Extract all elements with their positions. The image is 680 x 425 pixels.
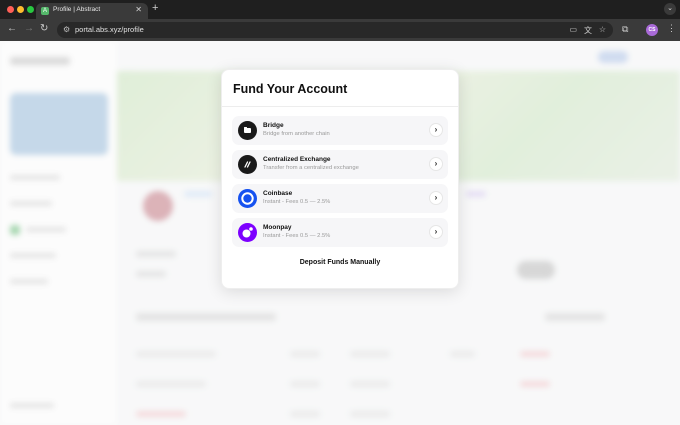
back-icon[interactable]: ← xyxy=(7,23,17,34)
extensions-icon[interactable]: ⧉ xyxy=(622,24,628,35)
site-info-icon[interactable]: ⚙ xyxy=(63,25,70,34)
option-coinbase[interactable]: Coinbase Instant - Fees 0.5 — 2.5% › xyxy=(232,184,448,213)
divider xyxy=(222,106,458,107)
chevron-right-icon[interactable]: › xyxy=(429,123,443,137)
option-centralized-exchange[interactable]: Centralized Exchange Transfer from a cen… xyxy=(232,150,448,179)
bridge-icon xyxy=(238,121,257,140)
option-title: Moonpay xyxy=(263,224,292,231)
deposit-funds-manually-button[interactable]: Deposit Funds Manually xyxy=(222,259,458,266)
option-subtitle: Instant - Fees 0.5 — 2.5% xyxy=(263,199,331,205)
chevron-right-icon[interactable]: › xyxy=(429,157,443,171)
window-minimize-button[interactable] xyxy=(17,6,24,13)
tab-title: Profile | Abstract xyxy=(53,6,101,13)
menu-icon[interactable]: ⋮ xyxy=(667,23,676,34)
window-close-button[interactable] xyxy=(7,6,14,13)
fund-account-modal: Fund Your Account Bridge Bridge from ano… xyxy=(221,69,459,289)
browser-toolbar: ← → ↻ ⚙ portal.abs.xyz/profile ▭ 文 ☆ ⧉ C… xyxy=(0,19,680,41)
tab-favicon-icon: A xyxy=(41,7,49,15)
tab-close-icon[interactable]: ✕ xyxy=(135,5,142,14)
option-bridge[interactable]: Bridge Bridge from another chain › xyxy=(232,116,448,145)
option-subtitle: Bridge from another chain xyxy=(263,131,330,137)
forward-icon[interactable]: → xyxy=(24,23,34,34)
star-icon[interactable]: ☆ xyxy=(599,25,606,34)
moonpay-icon xyxy=(238,223,257,242)
option-subtitle: Instant - Fees 0.5 — 2.5% xyxy=(263,233,331,239)
window-zoom-button[interactable] xyxy=(27,6,34,13)
option-title: Bridge xyxy=(263,122,284,129)
profile-avatar[interactable]: CS xyxy=(646,24,658,36)
cast-icon[interactable]: ▭ xyxy=(569,25,577,34)
option-title: Centralized Exchange xyxy=(263,156,331,163)
coinbase-icon xyxy=(238,189,257,208)
option-moonpay[interactable]: Moonpay Instant - Fees 0.5 — 2.5% › xyxy=(232,218,448,247)
new-tab-button[interactable]: + xyxy=(152,2,158,14)
address-bar[interactable]: ⚙ portal.abs.xyz/profile ▭ 文 ☆ xyxy=(57,22,613,38)
browser-tab-bar: A Profile | Abstract ✕ + ⌄ xyxy=(0,0,680,19)
browser-tab[interactable]: A Profile | Abstract ✕ xyxy=(36,3,148,19)
exchange-icon xyxy=(238,155,257,174)
tab-search-icon[interactable]: ⌄ xyxy=(664,3,676,15)
chevron-right-icon[interactable]: › xyxy=(429,191,443,205)
option-title: Coinbase xyxy=(263,190,293,197)
modal-title: Fund Your Account xyxy=(233,82,348,96)
reload-icon[interactable]: ↻ xyxy=(40,23,48,34)
translate-icon[interactable]: 文 xyxy=(584,25,592,36)
chevron-right-icon[interactable]: › xyxy=(429,225,443,239)
option-subtitle: Transfer from a centralized exchange xyxy=(263,165,359,171)
url-text[interactable]: portal.abs.xyz/profile xyxy=(75,25,144,34)
